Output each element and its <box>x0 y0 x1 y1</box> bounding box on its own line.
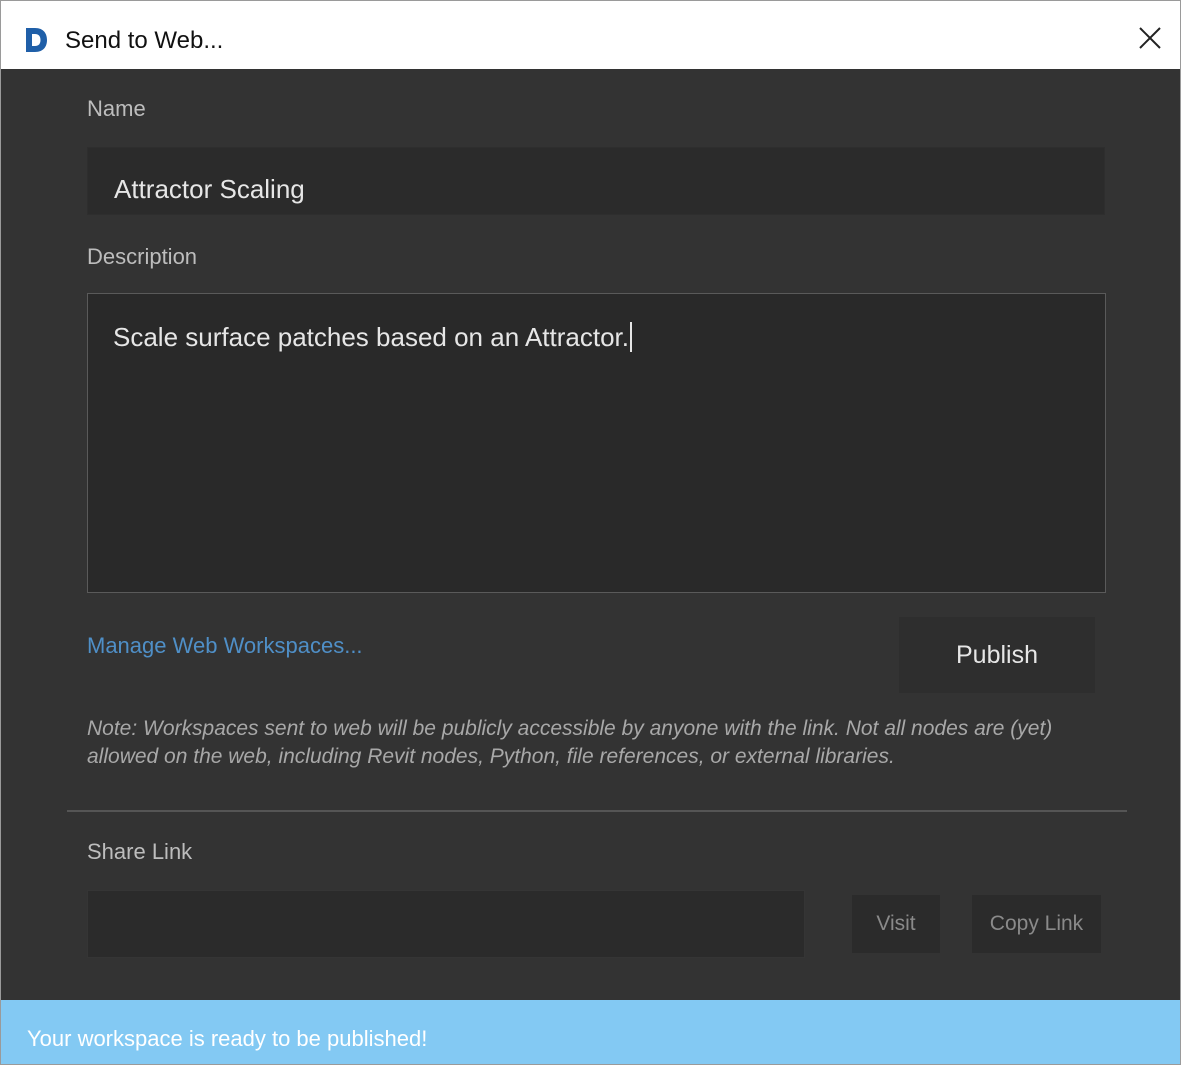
close-icon <box>1139 27 1161 49</box>
name-label: Name <box>87 96 146 121</box>
description-label: Description <box>87 244 198 269</box>
description-text: Scale surface patches based on an Attrac… <box>113 322 629 352</box>
title-bar: Send to Web... <box>1 1 1180 69</box>
status-message: Your workspace is ready to be published! <box>27 1026 428 1051</box>
note-text: Note: Workspaces sent to web will be pub… <box>87 717 1053 768</box>
window-title: Send to Web... <box>65 27 224 54</box>
name-input[interactable]: Attractor Scaling <box>87 147 1105 215</box>
send-to-web-dialog: Send to Web... Name Attractor Scaling De… <box>0 0 1181 1065</box>
share-link-label: Share Link <box>87 839 193 864</box>
description-textarea[interactable]: Scale surface patches based on an Attrac… <box>87 293 1106 593</box>
copy-link-button[interactable]: Copy Link <box>972 895 1101 953</box>
close-button[interactable] <box>1125 15 1175 61</box>
divider <box>67 810 1127 812</box>
publish-button[interactable]: Publish <box>899 617 1095 693</box>
text-caret <box>630 322 632 352</box>
manage-web-workspaces-link[interactable]: Manage Web Workspaces... <box>87 633 363 659</box>
status-bar: Your workspace is ready to be published! <box>1 1000 1180 1064</box>
dynamo-app-icon <box>23 26 49 54</box>
visit-button[interactable]: Visit <box>852 895 940 953</box>
share-link-input[interactable] <box>87 890 805 958</box>
